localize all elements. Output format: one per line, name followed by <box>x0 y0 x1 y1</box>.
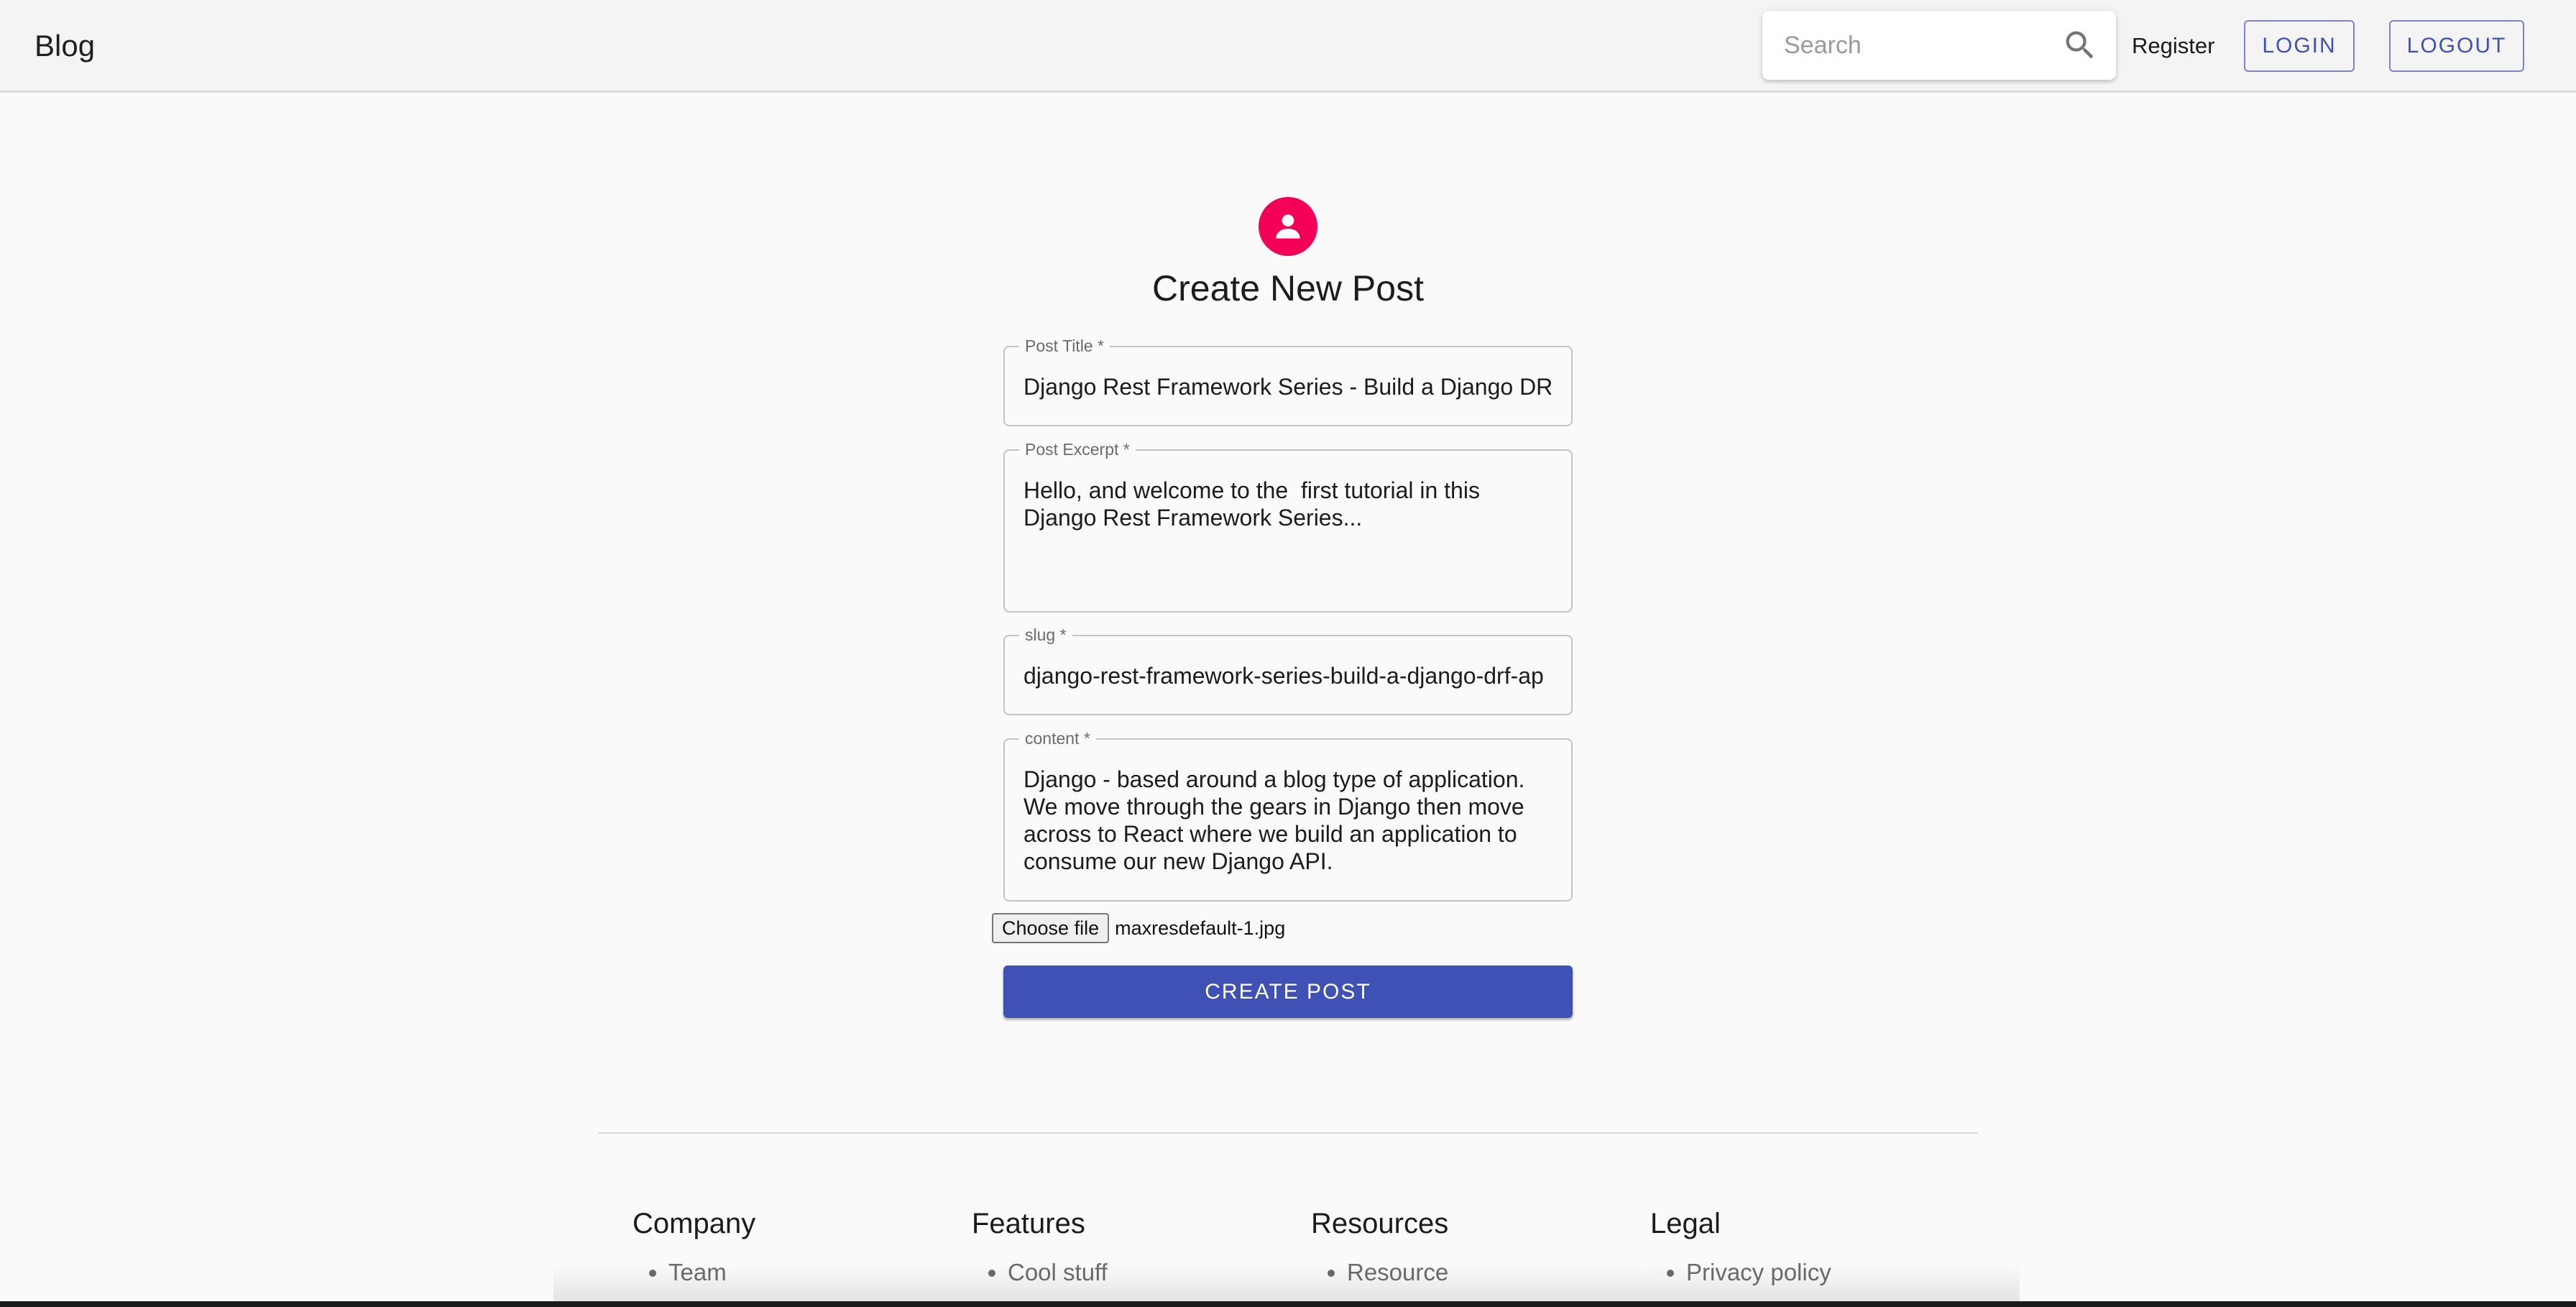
post-title-input[interactable]: Django Rest Framework Series - Build a D… <box>1024 373 1552 400</box>
search-icon[interactable] <box>2061 27 2099 64</box>
footer-heading: Legal <box>1650 1208 1721 1239</box>
file-name: maxresdefault-1.jpg <box>1115 917 1286 939</box>
avatar <box>1259 197 1317 256</box>
person-icon <box>1276 214 1300 239</box>
footer-column-resources: Resources Resource <box>1311 1205 1448 1288</box>
content-field[interactable]: content * Django - based around a blog t… <box>1003 728 1573 902</box>
slug-field[interactable]: slug * django-rest-framework-series-buil… <box>1003 624 1573 715</box>
post-title-label: Post Title * <box>1019 335 1110 357</box>
footer-link[interactable]: Cool stuff <box>1008 1257 1108 1288</box>
content-label: content * <box>1019 728 1096 749</box>
search-input[interactable] <box>1784 27 2050 64</box>
post-excerpt-label: Post Excerpt * <box>1019 439 1136 460</box>
footer-link[interactable]: Resource <box>1347 1257 1448 1288</box>
login-button[interactable]: LOGIN <box>2244 20 2355 72</box>
post-title-field[interactable]: Post Title * Django Rest Framework Serie… <box>1003 335 1573 426</box>
create-post-button[interactable]: CREATE POST <box>1003 966 1573 1018</box>
brand-title[interactable]: Blog <box>34 27 95 65</box>
file-upload: Choose file maxresdefault-1.jpg <box>992 913 1285 943</box>
footer-heading: Resources <box>1311 1208 1449 1239</box>
page-title: Create New Post <box>1152 268 1424 308</box>
footer-column-features: Features Cool stuff <box>972 1205 1108 1288</box>
post-excerpt-field[interactable]: Post Excerpt * Hello, and welcome to the… <box>1003 439 1573 613</box>
footer-column-legal: Legal Privacy policy <box>1650 1205 1831 1288</box>
content-textarea[interactable]: Django - based around a blog type of app… <box>1024 766 1552 875</box>
footer-link[interactable]: Privacy policy <box>1686 1257 1831 1288</box>
footer-link[interactable]: Team <box>668 1257 755 1288</box>
search-bar[interactable] <box>1762 11 2116 80</box>
window-bottom-edge <box>0 1301 2576 1307</box>
register-link[interactable]: Register <box>2132 32 2214 60</box>
footer-divider <box>598 1132 1978 1134</box>
footer-column-company: Company Team <box>632 1205 755 1288</box>
app-bar: Blog Register LOGIN LOGOUT <box>0 0 2576 93</box>
slug-input[interactable]: django-rest-framework-series-build-a-dja… <box>1024 662 1552 689</box>
footer-heading: Features <box>972 1208 1085 1239</box>
logout-button[interactable]: LOGOUT <box>2389 20 2524 72</box>
post-excerpt-textarea[interactable]: Hello, and welcome to the first tutorial… <box>1024 477 1552 531</box>
slug-label: slug * <box>1019 624 1072 646</box>
footer-heading: Company <box>632 1208 756 1239</box>
choose-file-button[interactable]: Choose file <box>992 913 1110 943</box>
